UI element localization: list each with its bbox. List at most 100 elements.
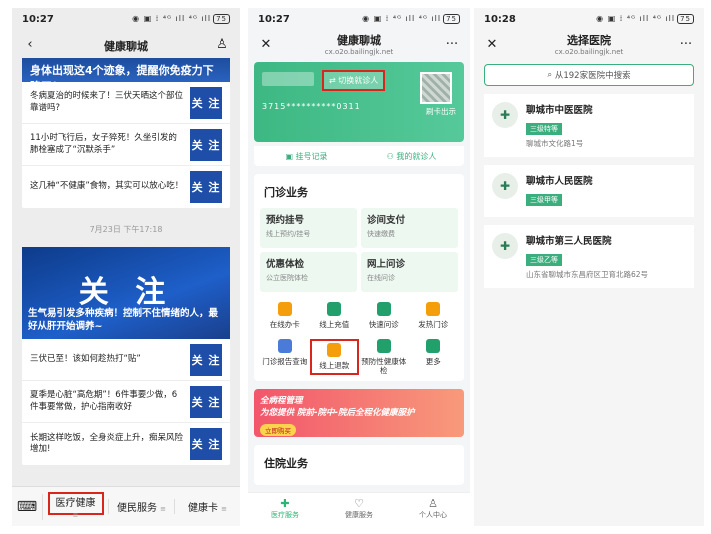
- more-icon[interactable]: ···: [676, 37, 696, 52]
- service-tile[interactable]: 网上问诊 在线问诊: [361, 252, 458, 292]
- service-label: 门诊报告查询: [262, 357, 308, 366]
- service-tile[interactable]: 预约挂号 线上预约/挂号: [260, 208, 357, 248]
- service-label: 线上充值: [319, 320, 350, 329]
- status-icons: ◉ ▣ ⁞ ⁴ᴳ ıll ⁴ᴳ ıll 75: [132, 14, 230, 24]
- page-title: 健康聊城: [104, 39, 148, 53]
- page-url: cx.o2o.bailingjk.net: [554, 48, 624, 56]
- banner-caption: 生气易引发多种疾病！控制不住情绪的人，最好从肝开始调养~: [28, 308, 219, 332]
- qr-code-icon[interactable]: [420, 72, 452, 104]
- fever-icon: [426, 302, 441, 316]
- service-item[interactable]: 预防性健康体检: [359, 339, 409, 375]
- user-icon[interactable]: ♙: [212, 37, 232, 52]
- status-time: 10:28: [484, 13, 516, 25]
- article-row[interactable]: 11小时飞行后，女子猝死！久坐引发的肺栓塞成了“沉默杀手” 关 注: [22, 124, 230, 166]
- menu-tab-services[interactable]: 便民服务 ≡: [108, 499, 174, 514]
- hospital-logo-icon: ✚: [492, 173, 518, 199]
- battery-icon: 75: [213, 14, 230, 24]
- refund-icon: [327, 343, 342, 357]
- hospital-level-badge: 三级特等: [526, 123, 562, 135]
- card-cover-partial[interactable]: 身体出现这4个迹象，提醒你免疫力下降了！: [22, 58, 230, 93]
- person-icon: ♙: [428, 497, 438, 510]
- tab-personal-center[interactable]: ♙ 个人中心: [396, 493, 470, 526]
- menu-tab-medical[interactable]: 医疗健康 ≡: [42, 491, 108, 520]
- nav-bar: ✕ 健康聊城 cx.o2o.bailingjk.net ···: [248, 30, 470, 58]
- service-item[interactable]: 线上充值: [310, 302, 360, 329]
- service-item[interactable]: 线上退款: [309, 339, 359, 375]
- tile-title: 优惠体检: [266, 259, 305, 270]
- article-title: 冬病夏治的时候来了！三伏天晒这个部位靠谱吗?: [30, 91, 184, 113]
- article-row[interactable]: 夏季是心脏“高危期”！6件事要少做，6件事要常做，护心指南收好关 注: [22, 381, 230, 423]
- tile-title: 网上问诊: [367, 259, 406, 270]
- page-title: 健康聊城: [337, 34, 381, 47]
- tile-subtitle: 公立医院体检: [266, 274, 308, 282]
- promo-subtitle: 为您提供 院前-院中-院后全程化健康服护: [260, 408, 415, 418]
- service-label: 快速问诊: [368, 320, 399, 329]
- service-label: 在线办卡: [269, 320, 300, 329]
- service-tile[interactable]: 诊间支付 快速缴费: [361, 208, 458, 248]
- back-icon[interactable]: ‹: [20, 37, 40, 52]
- article-title: 长期这样吃饭，全身炎症上升，痴呆风险增加!: [30, 432, 184, 454]
- promo-title: 全病程管理: [260, 396, 303, 406]
- hospital-name: 聊城市第三人民医院: [526, 236, 612, 247]
- registration-records-link[interactable]: ▣ 挂号记录: [254, 151, 359, 162]
- message-feed[interactable]: 身体出现这4个迹象，提醒你免疫力下降了！ 冬病夏治的时候来了！三伏天晒这个部位靠…: [12, 58, 240, 486]
- article-title: 11小时飞行后，女子猝死！久坐引发的肺栓塞成了“沉默杀手”: [30, 133, 177, 155]
- article-thumbnail: 关 注: [190, 343, 222, 376]
- close-icon[interactable]: ✕: [482, 37, 502, 52]
- outpatient-section: 门诊业务 预约挂号 线上预约/挂号 诊间支付 快速缴费 优惠体检 公立医院体检 网上问诊 在线…: [254, 174, 464, 381]
- report-icon: [277, 339, 292, 353]
- article-row[interactable]: 长期这样吃饭，全身炎症上升，痴呆风险增加! 关 注: [22, 423, 230, 465]
- article-thumbnail: 关 注: [190, 128, 222, 161]
- status-icons: ◉ ▣ ⁞ ⁴ᴳ ıll ⁴ᴳ ıll 75: [362, 14, 460, 24]
- nav-bar: ✕ 选择医院 cx.o2o.bailingjk.net ···: [474, 30, 704, 58]
- more-grid-icon: [426, 339, 441, 353]
- hospital-item[interactable]: ✚ 聊城市第三人民医院 三级乙等 山东省聊城市东昌府区卫育北路62号: [484, 225, 694, 288]
- article-row[interactable]: 三伏已至！该如何趁热打“贴” 关 注: [22, 339, 230, 381]
- page-title: 选择医院: [567, 34, 611, 47]
- my-patients-link[interactable]: ⚇ 我的就诊人: [359, 151, 464, 162]
- promo-banner[interactable]: 全病程管理 为您提供 院前-院中-院后全程化健康服护 立即购买: [254, 389, 464, 437]
- message-timestamp: 7月23日 下午17:18: [89, 225, 163, 234]
- status-bar: 10:27 ◉ ▣ ⁞ ⁴ᴳ ıll ⁴ᴳ ıll 75: [12, 8, 240, 30]
- menu-tab-health-card[interactable]: 健康卡 ≡: [174, 499, 240, 514]
- close-icon[interactable]: ✕: [256, 37, 276, 52]
- switch-patient-button[interactable]: ⇄ 切换就诊人: [322, 70, 386, 91]
- tab-health-service[interactable]: ♡ 健康服务: [322, 493, 396, 526]
- hospital-item[interactable]: ✚ 聊城市中医医院 三级特等 聊城市文化路1号: [484, 94, 694, 157]
- status-time: 10:27: [258, 13, 290, 25]
- article-card: 身体出现这4个迹象，提醒你免疫力下降了！ 冬病夏治的时候来了！三伏天晒这个部位靠…: [22, 58, 230, 208]
- service-item[interactable]: 门诊报告查询: [260, 339, 310, 375]
- tile-subtitle: 线上预约/挂号: [266, 230, 311, 238]
- article-thumbnail: 关 注: [190, 428, 222, 460]
- service-item[interactable]: 发热门诊: [409, 302, 459, 329]
- hospital-search-input[interactable]: ⌕ 从192家医院中搜索: [484, 64, 694, 86]
- tab-medical-service[interactable]: ✚ 医疗服务: [248, 493, 322, 526]
- heart-icon: ♡: [354, 497, 364, 510]
- service-label: 线上退款: [319, 361, 350, 370]
- hospital-item[interactable]: ✚ 聊城市人民医院 三级甲等: [484, 165, 694, 217]
- service-item[interactable]: 在线办卡: [260, 302, 310, 329]
- article-thumbnail: 关 注: [190, 385, 222, 418]
- hospital-logo-icon: ✚: [492, 102, 518, 128]
- hospital-logo-icon: ✚: [492, 233, 518, 259]
- keyboard-icon[interactable]: ⌨: [12, 499, 42, 515]
- article-row[interactable]: 这几种“不健康”食物，其实可以放心吃！ 关 注: [22, 166, 230, 208]
- service-item[interactable]: 快速问诊: [359, 302, 409, 329]
- service-item[interactable]: 更多: [409, 339, 459, 375]
- battery-icon: 75: [443, 14, 460, 24]
- promo-buy-button[interactable]: 立即购买: [260, 424, 296, 436]
- status-bar: 10:27 ◉ ▣ ⁞ ⁴ᴳ ıll ⁴ᴳ ıll 75: [248, 8, 470, 30]
- service-tile[interactable]: 优惠体检公立医院体检: [260, 252, 357, 292]
- recharge-icon: [327, 302, 342, 316]
- more-icon[interactable]: ···: [442, 37, 462, 52]
- service-label: 预防性健康体检: [361, 357, 407, 375]
- calendar-icon: ▣: [285, 151, 293, 161]
- section-title: 住院业务: [264, 457, 308, 470]
- banner-cover[interactable]: 关 注 生气易引发多种疾病！控制不住情绪的人，最好从肝开始调养~: [22, 247, 230, 339]
- inpatient-section: 住院业务: [254, 445, 464, 485]
- menu-bar: ⌨ 医疗健康 ≡ 便民服务 ≡ 健康卡 ≡: [12, 486, 240, 526]
- qr-caption: 刷卡出示: [426, 107, 456, 116]
- article-thumbnail: 关 注: [190, 86, 222, 119]
- hospital-address: 山东省聊城市东昌府区卫育北路62号: [526, 270, 649, 279]
- plus-icon: ✚: [280, 497, 290, 510]
